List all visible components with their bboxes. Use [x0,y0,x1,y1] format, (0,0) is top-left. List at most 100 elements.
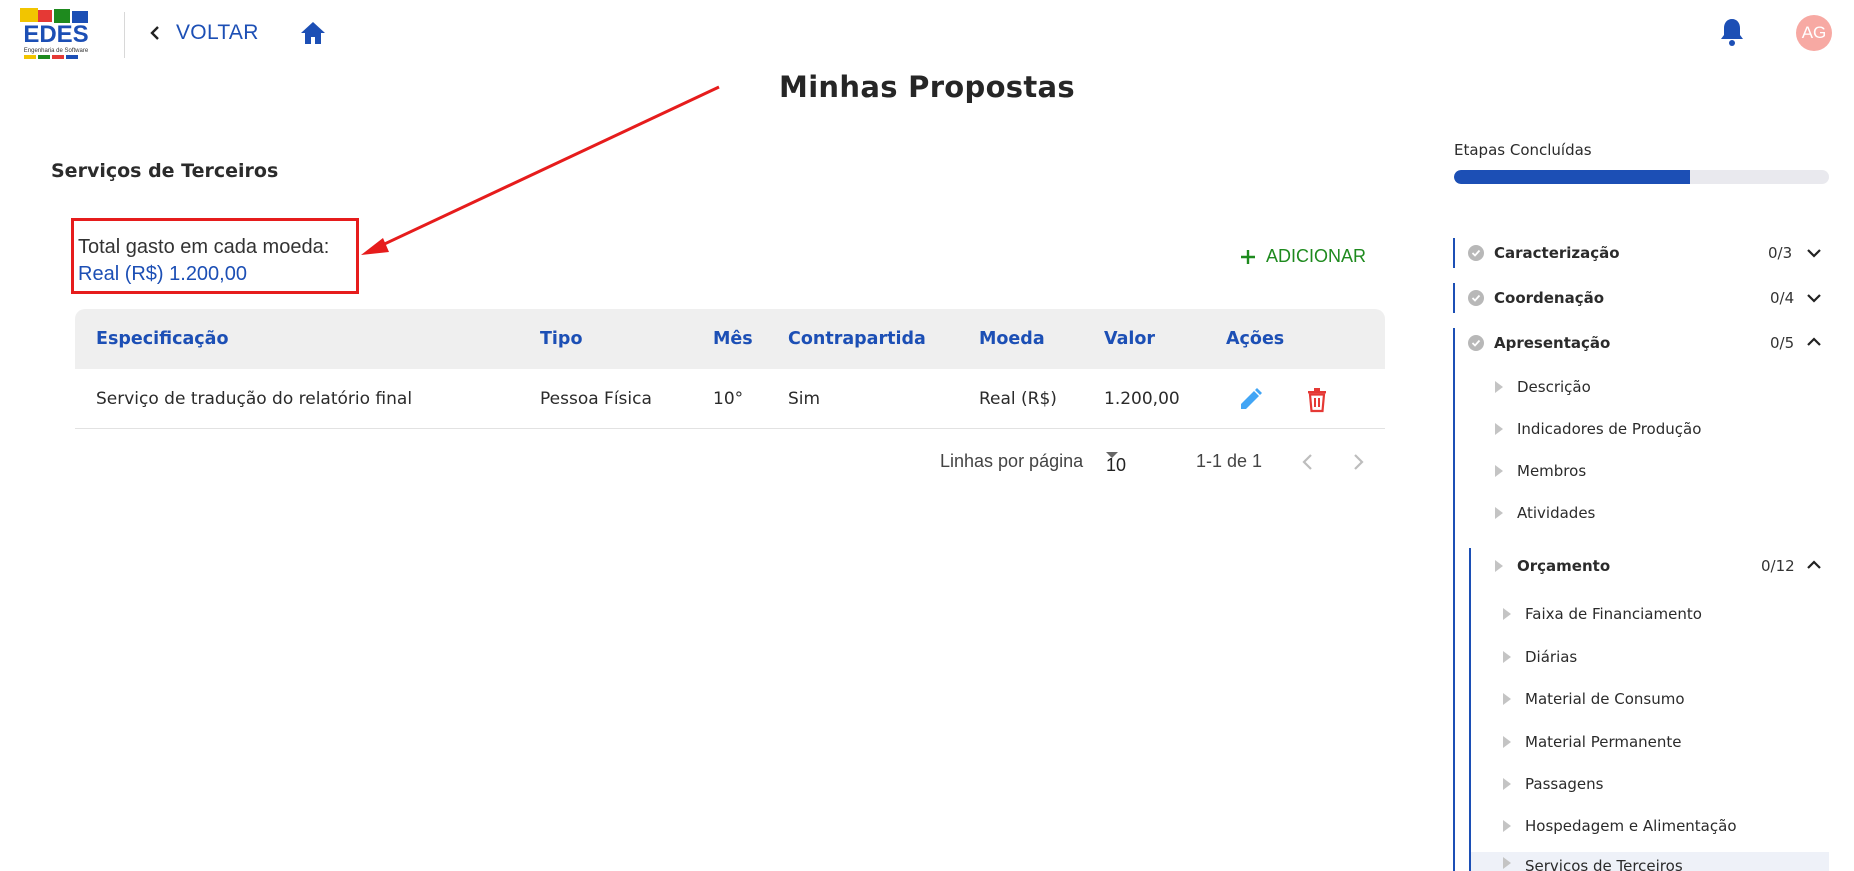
page-range: 1-1 de 1 [1196,451,1263,471]
triangle-right-icon [1503,693,1511,705]
nav-item-servicos-terceiros[interactable]: Serviços de Terceiros [1503,857,1683,871]
chevron-down-icon[interactable] [1806,292,1822,304]
triangle-right-icon [1503,820,1511,832]
back-label: VOLTAR [176,21,259,44]
column-header-valor[interactable]: Valor [1104,309,1155,369]
header-divider [124,12,125,58]
triangle-right-icon [1495,560,1503,572]
previous-page-button[interactable] [1298,451,1318,473]
chevron-up-icon[interactable] [1806,559,1822,571]
nav-item-atividades[interactable]: Atividades [1495,504,1595,522]
nav-apresentacao[interactable]: Apresentação [1468,334,1610,352]
nav-coordenacao[interactable]: Coordenação [1468,289,1604,307]
nav-item-material-consumo[interactable]: Material de Consumo [1503,690,1685,708]
cell-valor: 1.200,00 [1104,389,1180,409]
home-icon [301,22,325,44]
nav-count: 0/3 [1768,244,1793,262]
table-header: Especificação Tipo Mês Contrapartida Moe… [75,309,1385,369]
triangle-right-icon [1503,857,1511,869]
top-bar: EDES Engenharia de Software VOLTAR AG [0,0,1854,66]
nav-label: Faixa de Financiamento [1525,605,1702,623]
table-row: Serviço de tradução do relatório final P… [75,369,1385,429]
bell-icon [1721,19,1743,46]
triangle-right-icon [1495,507,1503,519]
nav-item-hospedagem[interactable]: Hospedagem e Alimentação [1503,817,1737,835]
nav-label: Hospedagem e Alimentação [1525,817,1737,835]
pagination: Linhas por página 10 1-1 de 1 [940,447,1380,477]
nav-label: Descrição [1517,378,1591,396]
nav-item-descricao[interactable]: Descrição [1495,378,1591,396]
add-label: ADICIONAR [1266,246,1367,266]
nav-item-membros[interactable]: Membros [1495,462,1586,480]
chevron-up-icon[interactable] [1806,336,1822,348]
nav-label: Atividades [1517,504,1596,522]
nav-label: Material Permanente [1525,733,1682,751]
chevron-right-icon [1354,454,1364,470]
rows-per-page-value: 10 [1106,455,1127,475]
nav-label: Membros [1517,462,1587,480]
add-button[interactable]: ADICIONAR [1240,246,1366,267]
notifications-button[interactable] [1718,16,1746,48]
nav-orcamento[interactable]: Orçamento [1495,557,1610,575]
steps-progress-fill [1454,170,1691,184]
nav-label: Apresentação [1494,334,1611,352]
total-value: Real (R$) 1.200,00 [78,263,247,285]
logo-subtext: Engenharia de Software [24,48,89,54]
rows-per-page-select[interactable]: 10 [1106,451,1126,475]
back-button[interactable]: VOLTAR [148,18,259,48]
nav-item-passagens[interactable]: Passagens [1503,775,1603,793]
column-header-especificacao[interactable]: Especificação [96,309,229,369]
next-page-button[interactable] [1348,451,1368,473]
column-header-moeda[interactable]: Moeda [979,309,1045,369]
nav-label: Material de Consumo [1525,690,1685,708]
nav-item-diarias[interactable]: Diárias [1503,648,1577,666]
column-header-mes[interactable]: Mês [713,309,753,369]
logo-text: EDES [23,21,88,48]
triangle-right-icon [1503,736,1511,748]
triangle-right-icon [1503,608,1511,620]
rows-per-page-label: Linhas por página [940,451,1084,471]
nav-label: Coordenação [1494,289,1605,307]
nav-label: Passagens [1525,775,1604,793]
cell-moeda: Real (R$) [979,389,1057,409]
triangle-right-icon [1495,465,1503,477]
nav-item-indicadores[interactable]: Indicadores de Produção [1495,420,1701,438]
nav-label: Diárias [1525,648,1578,666]
triangle-right-icon [1495,381,1503,393]
chevron-left-icon [1302,454,1312,470]
column-header-acoes: Ações [1226,329,1285,349]
nav-count: 0/5 [1770,334,1795,352]
nav-marker [1453,328,1455,871]
nav-marker [1469,548,1471,871]
nav-caracterizacao[interactable]: Caracterização [1468,244,1620,262]
home-button[interactable] [298,18,328,48]
services-table: Especificação Tipo Mês Contrapartida Moe… [75,309,1385,429]
check-circle-icon [1468,335,1484,351]
plus-icon [1241,249,1255,264]
cell-contrapartida: Sim [788,389,821,409]
pencil-icon [1241,388,1262,409]
nav-item-material-permanente[interactable]: Material Permanente [1503,733,1682,751]
triangle-right-icon [1503,778,1511,790]
check-circle-icon [1468,290,1484,306]
column-header-contrapartida[interactable]: Contrapartida [788,309,926,369]
nav-count: 0/4 [1770,289,1795,307]
steps-label: Etapas Concluídas [1454,141,1592,159]
chevron-down-icon[interactable] [1806,247,1822,259]
chevron-left-icon [150,26,159,40]
triangle-right-icon [1495,423,1503,435]
cell-tipo: Pessoa Física [540,389,652,409]
nav-item-faixa[interactable]: Faixa de Financiamento [1503,605,1702,623]
nav-label: Orçamento [1517,557,1611,575]
cell-especificacao: Serviço de tradução do relatório final [96,389,413,409]
triangle-right-icon [1503,651,1511,663]
column-header-tipo[interactable]: Tipo [540,309,583,369]
nav-marker [1453,238,1455,268]
edes-logo[interactable]: EDES Engenharia de Software [18,6,94,62]
user-avatar[interactable]: AG [1796,15,1832,51]
trash-icon [1308,388,1326,413]
nav-label: Indicadores de Produção [1517,420,1702,438]
edit-button[interactable] [1237,387,1263,413]
delete-button[interactable] [1306,387,1328,413]
nav-count: 0/12 [1761,557,1795,575]
